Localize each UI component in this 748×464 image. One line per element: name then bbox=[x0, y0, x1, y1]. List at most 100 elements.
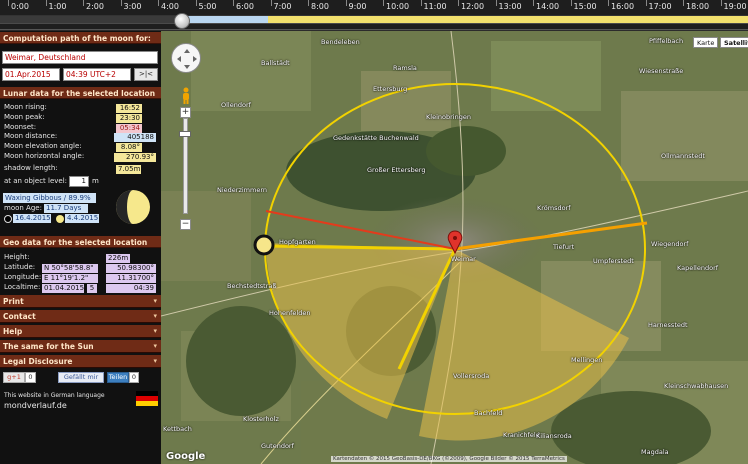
map-type-map[interactable]: Karte bbox=[693, 37, 719, 48]
time-tick bbox=[270, 0, 272, 6]
location-value: Weimar, Deutschland bbox=[5, 53, 86, 62]
section-help[interactable]: Help ▾ bbox=[0, 325, 161, 338]
place-label: Vollersroda bbox=[453, 372, 490, 380]
time-tick bbox=[720, 0, 722, 6]
location-input[interactable]: Weimar, Deutschland bbox=[2, 51, 158, 64]
latitude-decimal: 50.98300° bbox=[106, 264, 156, 273]
time-tick-label: 0:00 bbox=[11, 2, 29, 11]
geo-data-header[interactable]: Geo data for the selected location bbox=[0, 236, 161, 248]
time-tick-label: 7:00 bbox=[273, 2, 292, 11]
time-tick bbox=[383, 0, 384, 6]
moon-phase-text: Waxing Gibbous / 89.9% bbox=[3, 193, 96, 203]
lunar-row-value: 270.93° bbox=[114, 153, 156, 162]
place-label: Kleinobringen bbox=[426, 113, 471, 121]
pan-arrows-icon bbox=[177, 49, 197, 69]
time-tick-label: 4:00 bbox=[161, 2, 179, 11]
longitude-row: Longitude: bbox=[4, 273, 41, 283]
place-label: Hopfgarten bbox=[279, 238, 316, 246]
time-tick-label: 12:00 bbox=[461, 2, 485, 11]
facebook-like-button[interactable]: Gefällt mir bbox=[58, 372, 104, 383]
full-moon-date: 4.4.2015 bbox=[65, 214, 99, 223]
pan-control[interactable] bbox=[171, 43, 201, 73]
section-label: Contact bbox=[3, 312, 36, 321]
lunar-row-value: 16:52 bbox=[116, 104, 142, 113]
time-tick-label: 19:00 bbox=[723, 2, 747, 11]
place-label: Weimar bbox=[451, 255, 476, 263]
time-tick bbox=[233, 0, 234, 6]
time-tick-label: 1:00 bbox=[48, 2, 67, 11]
place-label: Kiliansroda bbox=[536, 432, 572, 440]
section-legal-disclosure[interactable]: Legal Disclosure ▾ bbox=[0, 355, 161, 368]
latitude-label: Latitude: bbox=[4, 263, 36, 271]
pegman-icon[interactable] bbox=[181, 87, 191, 104]
time-tick bbox=[683, 0, 684, 6]
section-print[interactable]: Print ▾ bbox=[0, 295, 161, 308]
map-type-satellite-label: Satellit bbox=[724, 39, 748, 47]
moon-position-marker[interactable] bbox=[253, 234, 275, 256]
zoom-out-button[interactable]: − bbox=[180, 219, 191, 230]
lunar-data-header[interactable]: Lunar data for the selected location bbox=[0, 87, 161, 99]
time-tick bbox=[533, 0, 534, 6]
time-tick bbox=[608, 0, 609, 6]
latitude-row: Latitude: bbox=[4, 263, 35, 273]
time-tick-label: 5:00 bbox=[198, 2, 217, 11]
time-tick bbox=[420, 0, 422, 6]
time-tick-label: 8:00 bbox=[311, 2, 329, 11]
object-level-row: at an object level: bbox=[4, 177, 67, 187]
computation-header[interactable]: Computation path of the moon for: bbox=[0, 32, 161, 44]
lunar-row-value: 8.08° bbox=[116, 143, 142, 153]
twitter-label: Teilen bbox=[108, 373, 128, 381]
night-segment bbox=[0, 16, 184, 23]
place-label: Wiegendorf bbox=[651, 240, 689, 248]
place-label: Kranichfeld bbox=[503, 431, 540, 439]
german-version-text: This website in German language bbox=[4, 392, 105, 399]
time-slider-handle[interactable] bbox=[174, 13, 191, 29]
section-the-same-for-the-sun[interactable]: The same for the Sun ▾ bbox=[0, 340, 161, 353]
twitter-share-button[interactable]: Teilen bbox=[107, 372, 129, 383]
time-tick-label: 11:00 bbox=[423, 2, 447, 11]
date-value: 01.Apr.2015 bbox=[5, 70, 51, 79]
time-tick-label: 14:00 bbox=[536, 2, 560, 11]
gplus-label: g+1 bbox=[7, 373, 21, 381]
shadow-length-row: shadow length: bbox=[4, 164, 58, 174]
computation-title: Computation path of the moon for: bbox=[3, 34, 151, 43]
geo-data-title: Geo data for the selected location bbox=[3, 238, 148, 247]
time-tick-label: 13:00 bbox=[498, 2, 522, 11]
time-tick bbox=[308, 0, 309, 6]
map-type-satellite[interactable]: Satellit bbox=[720, 37, 748, 48]
localtime-marker: 5 bbox=[87, 284, 97, 293]
section-label: Help bbox=[3, 327, 23, 336]
zoom-slider-handle[interactable] bbox=[179, 131, 191, 137]
section-contact[interactable]: Contact ▾ bbox=[0, 310, 161, 323]
time-tick bbox=[458, 0, 459, 6]
object-level-input[interactable]: 1 bbox=[69, 176, 89, 187]
satellite-map[interactable]: Bendeleben Ballstädt Ramsla Pfiffelbach Wies… bbox=[161, 31, 748, 464]
zoom-in-button[interactable]: + bbox=[180, 107, 191, 118]
time-tick bbox=[120, 0, 122, 6]
place-label: Gutendorf bbox=[261, 442, 294, 450]
date-input[interactable]: 01.Apr.2015 bbox=[2, 68, 60, 81]
time-tick-label: 10:00 bbox=[386, 2, 410, 11]
section-label: Legal Disclosure bbox=[3, 357, 73, 366]
time-tick bbox=[8, 0, 9, 6]
time-tick bbox=[83, 0, 84, 6]
place-label: Mellingen bbox=[571, 356, 603, 364]
time-slider-bar[interactable]: 0:00 1:00 2:00 3:00 4:00 5:00 6:00 7:00 8:00 9:00… bbox=[0, 0, 748, 30]
lunar-row-value: 405188 km bbox=[114, 133, 156, 150]
place-label: Ollmannstedt bbox=[661, 152, 705, 160]
new-moon-date: 16.4.2015 bbox=[13, 214, 51, 223]
now-button[interactable]: >|< bbox=[134, 68, 158, 81]
gplus-button[interactable]: g+1 bbox=[3, 372, 25, 383]
place-label: Klosterholz bbox=[243, 415, 279, 423]
time-tick bbox=[570, 0, 572, 6]
zoom-in-label: + bbox=[181, 107, 190, 117]
object-level-unit: m bbox=[92, 177, 99, 185]
chevron-down-icon: ▾ bbox=[153, 312, 157, 320]
place-label: Bechstedtstraß bbox=[227, 282, 277, 290]
moon-phase-icon bbox=[116, 190, 150, 224]
time-input[interactable]: 04:39 UTC+2 bbox=[63, 68, 131, 81]
time-tick-label: 9:00 bbox=[348, 2, 367, 11]
time-tick-label: 3:00 bbox=[123, 2, 142, 11]
german-flag-icon[interactable] bbox=[136, 391, 158, 406]
lunar-data-title: Lunar data for the selected location bbox=[3, 89, 156, 98]
